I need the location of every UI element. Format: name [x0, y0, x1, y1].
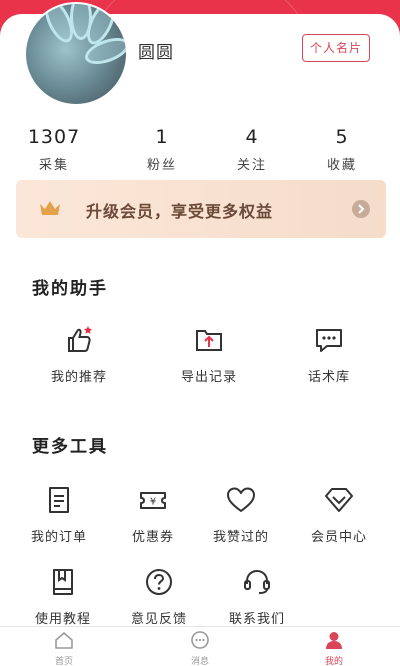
- chat-bubble-icon: [284, 322, 374, 358]
- tool-contact-us[interactable]: 联系我们: [212, 564, 302, 627]
- stat-value: 1307: [27, 126, 81, 148]
- question-icon: [114, 564, 204, 600]
- book-icon: [18, 564, 108, 600]
- business-card-button[interactable]: 个人名片: [302, 34, 370, 62]
- crown-icon: [38, 199, 62, 221]
- stat-fans[interactable]: 1 粉丝: [122, 126, 202, 173]
- tool-member-center[interactable]: 会员中心: [294, 482, 384, 545]
- tool-script-library[interactable]: 话术库: [284, 322, 374, 385]
- stat-following[interactable]: 4 关注: [212, 126, 292, 173]
- message-icon: [189, 631, 211, 653]
- headset-icon: [212, 564, 302, 600]
- avatar[interactable]: [24, 2, 128, 106]
- coupon-icon: ¥: [108, 482, 198, 518]
- tool-coupons[interactable]: ¥ 优惠券: [108, 482, 198, 545]
- stat-label: 采集: [38, 158, 69, 173]
- stat-favorites[interactable]: 5 收藏: [302, 126, 382, 173]
- tool-feedback[interactable]: 意见反馈: [114, 564, 204, 627]
- tool-label: 导出记录: [180, 370, 237, 385]
- home-icon: [54, 632, 74, 653]
- chevron-right-icon[interactable]: [352, 200, 370, 222]
- stat-label: 粉丝: [146, 158, 177, 173]
- tool-label: 优惠券: [131, 530, 174, 545]
- tab-mine[interactable]: 我的: [304, 631, 364, 666]
- tool-label: 我的推荐: [50, 370, 107, 385]
- tool-export-record[interactable]: 导出记录: [164, 322, 254, 385]
- tool-my-recommend[interactable]: 我的推荐: [34, 322, 124, 385]
- tool-label: 意见反馈: [130, 612, 187, 627]
- order-icon: [14, 482, 104, 518]
- stats-row: 1307 采集 1 粉丝 4 关注 5 收藏: [0, 126, 400, 186]
- heart-icon: [196, 482, 286, 518]
- section-title-assistant: 我的助手: [32, 279, 108, 299]
- tool-tutorial[interactable]: 使用教程: [18, 564, 108, 627]
- tool-label: 会员中心: [310, 530, 367, 545]
- tool-label: 联系我们: [228, 612, 285, 627]
- stat-collect[interactable]: 1307 采集: [14, 126, 94, 173]
- tool-label: 使用教程: [34, 612, 91, 627]
- tool-label: 我的订单: [30, 530, 87, 545]
- thumbs-up-icon: [34, 322, 124, 358]
- tool-my-orders[interactable]: 我的订单: [14, 482, 104, 545]
- tab-home[interactable]: 首页: [34, 631, 94, 666]
- username: 圆圆: [138, 43, 174, 63]
- tab-messages[interactable]: 消息: [170, 631, 230, 666]
- tab-label: 消息: [190, 657, 209, 666]
- bottom-tab-bar: 首页 消息 我的: [0, 626, 400, 666]
- stat-label: 关注: [236, 158, 267, 173]
- tool-label: 话术库: [307, 370, 350, 385]
- export-folder-icon: [164, 322, 254, 358]
- svg-text:¥: ¥: [150, 497, 156, 508]
- section-title-tools: 更多工具: [32, 437, 108, 457]
- vip-upgrade-banner[interactable]: 升级会员，享受更多权益: [16, 180, 386, 238]
- vip-banner-text: 升级会员，享受更多权益: [86, 202, 274, 221]
- tool-liked[interactable]: 我赞过的: [196, 482, 286, 545]
- diamond-icon: [294, 482, 384, 518]
- stat-label: 收藏: [326, 158, 357, 173]
- tool-label: 我赞过的: [212, 530, 269, 545]
- tab-label: 我的: [324, 657, 343, 666]
- user-icon: [324, 632, 344, 653]
- stat-value: 1: [155, 126, 169, 148]
- stat-value: 4: [245, 126, 259, 148]
- tab-label: 首页: [54, 657, 73, 666]
- stat-value: 5: [335, 126, 349, 148]
